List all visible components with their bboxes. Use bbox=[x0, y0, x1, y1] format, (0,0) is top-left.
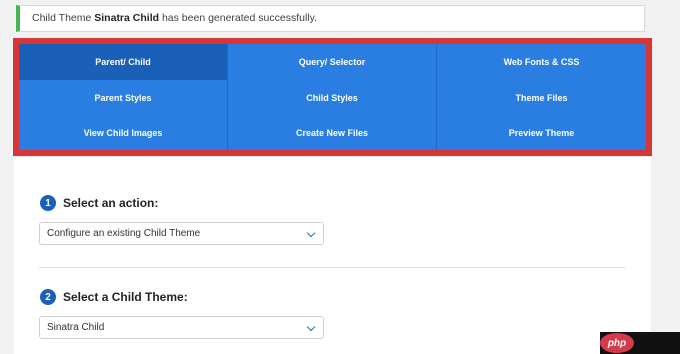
tab-web-fonts-css[interactable]: Web Fonts & CSS bbox=[437, 44, 646, 80]
tab-view-child-images[interactable]: View Child Images bbox=[19, 116, 228, 150]
child-theme-select[interactable]: Sinatra Child bbox=[39, 316, 324, 339]
tab-child-styles[interactable]: Child Styles bbox=[228, 80, 437, 116]
tabs-highlight-frame: Parent/ Child Query/ Selector Web Fonts … bbox=[13, 38, 652, 156]
step-2-heading: 2 Select a Child Theme: bbox=[40, 289, 188, 305]
action-select[interactable]: Configure an existing Child Theme bbox=[39, 222, 324, 245]
step-1-number: 1 bbox=[40, 195, 56, 211]
step-2-title: Select a Child Theme: bbox=[63, 290, 188, 304]
php-logo: php bbox=[600, 333, 634, 353]
notice-prefix: Child Theme bbox=[32, 12, 95, 24]
tabs-grid: Parent/ Child Query/ Selector Web Fonts … bbox=[19, 44, 646, 150]
tab-theme-files[interactable]: Theme Files bbox=[437, 80, 646, 116]
child-theme-select-value: Sinatra Child bbox=[47, 322, 105, 333]
notice-suffix: has been generated successfully. bbox=[159, 12, 318, 24]
step-1-heading: 1 Select an action: bbox=[40, 195, 158, 211]
chevron-down-icon bbox=[306, 228, 316, 238]
tab-preview-theme[interactable]: Preview Theme bbox=[437, 116, 646, 150]
tab-parent-styles[interactable]: Parent Styles bbox=[19, 80, 228, 116]
tab-query-selector[interactable]: Query/ Selector bbox=[228, 44, 437, 80]
section-divider bbox=[39, 267, 626, 268]
main-content: 1 Select an action: Configure an existin… bbox=[14, 157, 651, 354]
chevron-down-icon bbox=[306, 322, 316, 332]
notice-theme-name: Sinatra Child bbox=[94, 12, 160, 24]
step-2-number: 2 bbox=[40, 289, 56, 305]
action-select-value: Configure an existing Child Theme bbox=[47, 228, 201, 239]
tab-parent-child[interactable]: Parent/ Child bbox=[19, 44, 228, 80]
step-1-title: Select an action: bbox=[63, 196, 159, 210]
tab-create-new-files[interactable]: Create New Files bbox=[228, 116, 437, 150]
success-notice: Child Theme Sinatra Child has been gener… bbox=[16, 5, 645, 32]
